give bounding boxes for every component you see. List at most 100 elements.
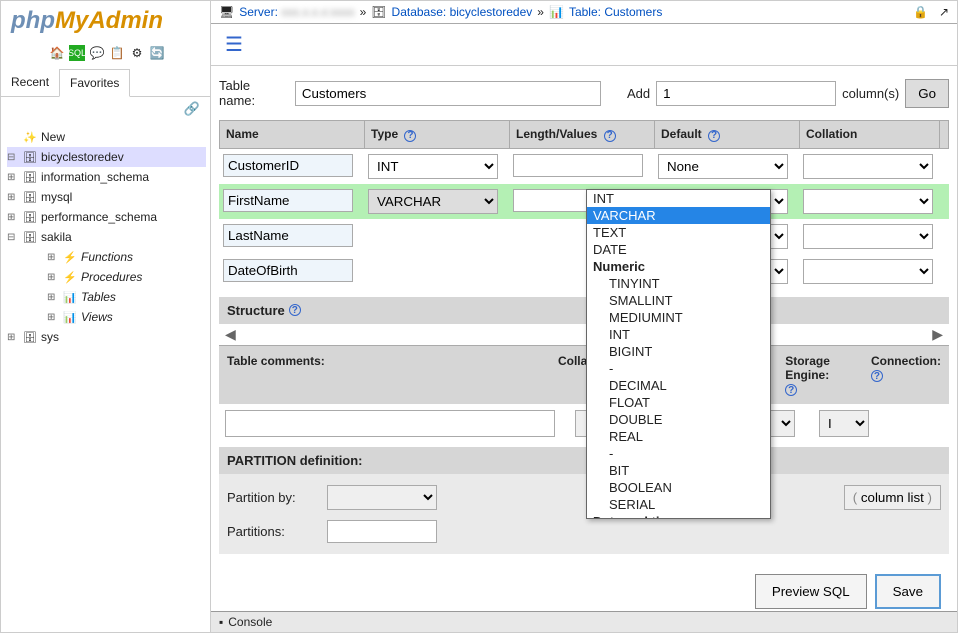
tablename-input[interactable]: [295, 81, 601, 106]
tree-db-sakila[interactable]: ⊟🗄sakila: [7, 227, 206, 247]
tab-favorites[interactable]: Favorites: [59, 69, 130, 97]
col-name-input[interactable]: [223, 224, 353, 247]
add-columns-input[interactable]: [656, 81, 836, 106]
tree-new[interactable]: ✨New: [7, 127, 206, 147]
comments-header: Table comments: Collation: Storage Engin…: [219, 345, 949, 405]
col-name-input[interactable]: [223, 189, 353, 212]
col-default-select[interactable]: None: [658, 154, 788, 179]
scroll-indicator[interactable]: ◀▶: [219, 324, 949, 345]
hamburger-menu-icon[interactable]: ☰: [211, 24, 957, 65]
help-icon[interactable]: ?: [785, 384, 797, 396]
type-dropdown: INT VARCHAR TEXT DATE Numeric TINYINT SM…: [586, 189, 771, 519]
page-settings-icon[interactable]: ↗: [939, 5, 949, 19]
connection-label: Connection:?: [863, 346, 949, 405]
tree-tables[interactable]: ⊞📊Tables: [7, 287, 206, 307]
partition-by-select[interactable]: [327, 485, 437, 510]
dd-option[interactable]: DOUBLE: [587, 411, 770, 428]
go-button[interactable]: Go: [905, 79, 949, 108]
comments-label: Table comments:: [219, 346, 550, 405]
tree-procedures[interactable]: ⊞⚡Procedures: [7, 267, 206, 287]
comments-input[interactable]: [225, 410, 555, 437]
col-name-input[interactable]: [223, 259, 353, 282]
status-icon[interactable]: 💬: [89, 45, 105, 61]
dd-option[interactable]: DECIMAL: [587, 377, 770, 394]
dd-group-numeric: Numeric: [587, 258, 770, 275]
link-icon[interactable]: 🔗: [1, 97, 210, 121]
col-collation-select[interactable]: [803, 154, 933, 179]
save-button[interactable]: Save: [875, 574, 941, 609]
lock-icon[interactable]: 🔒: [913, 5, 928, 19]
dd-option[interactable]: -: [587, 360, 770, 377]
hdr-name: Name: [220, 121, 365, 148]
col-collation-select[interactable]: [803, 224, 933, 249]
breadcrumb-database[interactable]: Database: bicyclestoredev: [392, 5, 533, 19]
column-row: VARCHAR None: [219, 184, 949, 219]
tree-db-information-schema[interactable]: ⊞🗄information_schema: [7, 167, 206, 187]
col-type-select[interactable]: INT: [368, 154, 498, 179]
db-tree: ✨New ⊟🗄bicyclestoredev ⊞🗄information_sch…: [1, 121, 210, 632]
main-panel: 🖥 Server: xxx.x.x.x:xxxx » 🗄 Database: b…: [211, 1, 957, 632]
dd-option-int[interactable]: INT: [587, 190, 770, 207]
dd-option[interactable]: BIGINT: [587, 343, 770, 360]
dd-option-date[interactable]: DATE: [587, 241, 770, 258]
engine-select[interactable]: I: [819, 410, 869, 437]
dd-option[interactable]: SERIAL: [587, 496, 770, 513]
help-icon[interactable]: ?: [404, 130, 416, 142]
dd-option-text[interactable]: TEXT: [587, 224, 770, 241]
column-row: None: [219, 219, 949, 254]
col-type-select[interactable]: VARCHAR: [368, 189, 498, 214]
dd-option[interactable]: BOOLEAN: [587, 479, 770, 496]
server-icon: 🖥: [219, 5, 234, 19]
partitions-input[interactable]: [327, 520, 437, 543]
preview-sql-button[interactable]: Preview SQL: [755, 574, 867, 609]
tablename-row: Table name: Add column(s) Go: [219, 70, 949, 120]
console-icon: ▪: [219, 615, 223, 629]
sql-icon[interactable]: SQL: [69, 45, 85, 61]
comments-fields: I: [219, 404, 949, 443]
hdr-collation: Collation: [800, 121, 940, 148]
column-row: INT None: [219, 149, 949, 184]
help-icon[interactable]: ?: [871, 370, 883, 382]
home-icon[interactable]: 🏠: [49, 45, 65, 61]
tree-db-bicyclestoredev[interactable]: ⊟🗄bicyclestoredev: [7, 147, 206, 167]
dd-option[interactable]: SMALLINT: [587, 292, 770, 309]
help-icon[interactable]: ?: [289, 304, 301, 316]
dd-option[interactable]: TINYINT: [587, 275, 770, 292]
tree-functions[interactable]: ⊞⚡Functions: [7, 247, 206, 267]
col-collation-select[interactable]: [803, 189, 933, 214]
settings-icon[interactable]: ⚙: [129, 45, 145, 61]
col-length-input[interactable]: [513, 154, 643, 177]
table-icon: 📊: [549, 5, 564, 19]
dd-option[interactable]: FLOAT: [587, 394, 770, 411]
dd-option[interactable]: -: [587, 445, 770, 462]
dd-option[interactable]: INT: [587, 326, 770, 343]
column-row: None: [219, 254, 949, 289]
toolbar-icons: 🏠 SQL 💬 📋 ⚙ 🔄: [1, 41, 210, 69]
partitions-label: Partitions:: [227, 524, 317, 539]
tablename-label: Table name:: [219, 78, 289, 108]
breadcrumb-table[interactable]: Table: Customers: [569, 5, 662, 19]
columns-header: Name Type ? Length/Values ? Default ? Co…: [219, 120, 949, 149]
console-bar[interactable]: ▪ Console: [211, 611, 957, 632]
dd-option[interactable]: BIT: [587, 462, 770, 479]
tree-db-performance-schema[interactable]: ⊞🗄performance_schema: [7, 207, 206, 227]
dd-option[interactable]: REAL: [587, 428, 770, 445]
col-collation-select[interactable]: [803, 259, 933, 284]
tab-recent[interactable]: Recent: [1, 69, 59, 96]
tree-db-mysql[interactable]: ⊞🗄mysql: [7, 187, 206, 207]
docs-icon[interactable]: 📋: [109, 45, 125, 61]
breadcrumb-server[interactable]: Server: xxx.x.x.x:xxxx: [239, 5, 354, 19]
help-icon[interactable]: ?: [708, 130, 720, 142]
partition-body: Partition by: ( column list ) Partitions…: [219, 474, 949, 554]
tree-db-sys[interactable]: ⊞🗄sys: [7, 327, 206, 347]
dd-option-varchar[interactable]: VARCHAR: [587, 207, 770, 224]
partition-by-label: Partition by:: [227, 490, 317, 505]
col-name-input[interactable]: [223, 154, 353, 177]
refresh-icon[interactable]: 🔄: [149, 45, 165, 61]
structure-header: Structure ?: [219, 297, 949, 324]
help-icon[interactable]: ?: [604, 130, 616, 142]
tree-views[interactable]: ⊞📊Views: [7, 307, 206, 327]
dd-option[interactable]: MEDIUMINT: [587, 309, 770, 326]
logo[interactable]: phpMyAdmin: [1, 1, 210, 41]
column-list-button[interactable]: ( column list ): [844, 485, 941, 510]
